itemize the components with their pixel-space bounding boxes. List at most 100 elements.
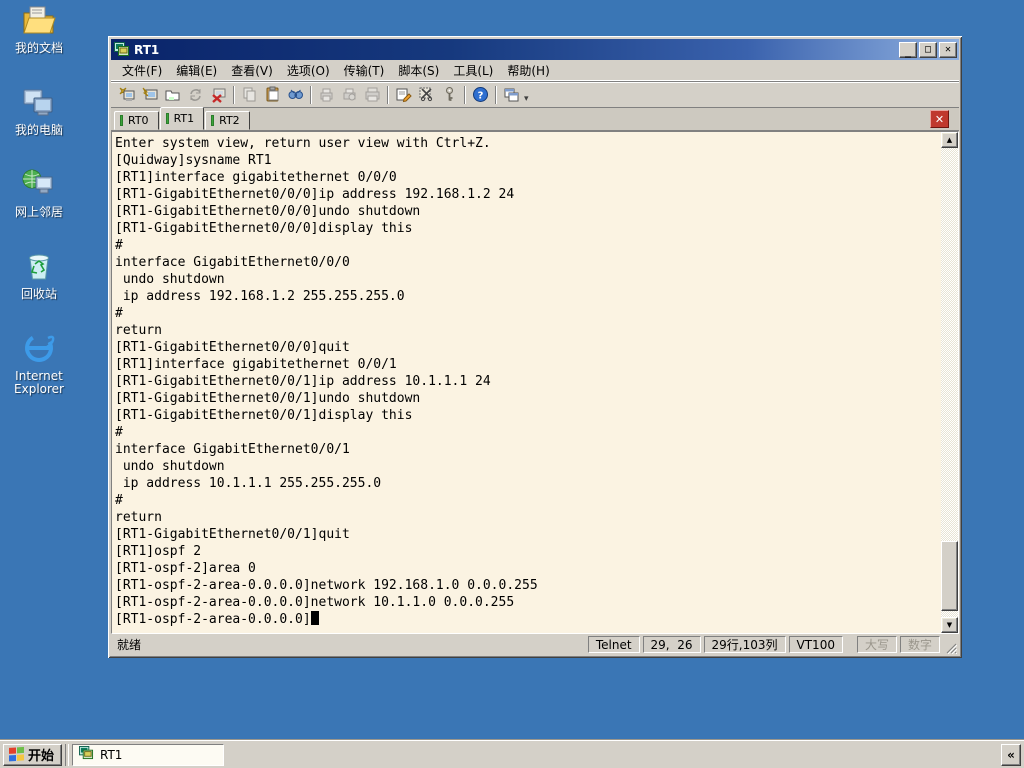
tab-connected-indicator: [120, 115, 123, 126]
toolbar-separator: [495, 85, 497, 104]
session-tab-bar: RT0 RT1 RT2 ✕: [111, 107, 959, 131]
terminal-line: return: [115, 323, 162, 338]
session-options-icon[interactable]: [415, 84, 438, 106]
desktop-icon-network-places[interactable]: 网上邻居: [0, 168, 78, 246]
terminal-line: [RT1-GigabitEthernet0/0/1]display this: [115, 408, 413, 423]
maximize-button[interactable]: □: [919, 41, 937, 58]
find-icon[interactable]: [284, 84, 307, 106]
terminal-app-window: RT1 _ □ ✕ 文件(F) 编辑(E) 查看(V) 选项(O) 传输(T) 脚本(S)…: [108, 36, 962, 658]
tab-label: RT1: [173, 112, 195, 125]
menu-item-0[interactable]: 文件(F): [115, 60, 169, 81]
terminal-line: return: [115, 510, 162, 525]
menu-item-5[interactable]: 脚本(S): [391, 60, 446, 81]
toolbar: ? ▾: [111, 81, 959, 108]
terminal-line: [RT1-ospf-2-area-0.0.0.0]network 10.1.1.…: [115, 595, 515, 610]
terminal-line: [RT1-GigabitEthernet0/0/0]ip address 192…: [115, 187, 515, 202]
quick-connect-icon[interactable]: [115, 84, 138, 106]
terminal-line: [RT1-GigabitEthernet0/0/0]quit: [115, 340, 350, 355]
menu-item-4[interactable]: 传输(T): [337, 60, 392, 81]
desktop-icon-internet-explorer[interactable]: Internet Explorer: [0, 332, 78, 410]
terminal-line: [RT1]interface gigabitethernet 0/0/1: [115, 357, 397, 372]
my-computer-icon: [22, 86, 56, 121]
disconnect-icon[interactable]: [207, 84, 230, 106]
menu-bar: 文件(F) 编辑(E) 查看(V) 选项(O) 传输(T) 脚本(S) 工具(L) 帮助(H): [111, 60, 959, 81]
status-bar: 就绪 Telnet 29, 26 29行,103列 VT100 大写 数字: [111, 634, 959, 655]
status-emulation: VT100: [788, 636, 843, 653]
menu-item-7[interactable]: 帮助(H): [500, 60, 556, 81]
toolbar-separator: [233, 85, 235, 104]
terminal-line: [RT1-ospf-2-area-0.0.0.0]: [115, 611, 941, 628]
paste-icon[interactable]: [261, 84, 284, 106]
menu-item-6[interactable]: 工具(L): [446, 60, 500, 81]
connect-icon[interactable]: [138, 84, 161, 106]
resize-grip[interactable]: [944, 641, 957, 654]
terminal-line: #: [115, 425, 123, 440]
terminal-line: interface GigabitEthernet0/0/0: [115, 255, 350, 270]
terminal-line: [RT1-GigabitEthernet0/0/1]ip address 10.…: [115, 374, 491, 389]
tab-label: RT2: [219, 114, 240, 127]
status-cursor-position: 29, 26: [642, 636, 701, 653]
desktop-icon-label: 回收站: [20, 287, 57, 301]
terminal-line: undo shutdown: [115, 459, 225, 474]
desktop-icon-label: Internet Explorer: [14, 369, 64, 396]
terminal-line: [RT1-GigabitEthernet0/0/0]display this: [115, 221, 413, 236]
status-terminal-size: 29行,103列: [703, 636, 786, 653]
terminal-line: ip address 192.168.1.2 255.255.255.0: [115, 289, 405, 304]
tab-connected-indicator: [211, 115, 215, 126]
terminal-cursor: [310, 611, 319, 625]
menu-item-3[interactable]: 选项(O): [280, 60, 337, 81]
session-tab-rt2[interactable]: RT2: [205, 111, 250, 130]
terminal-line: #: [115, 238, 123, 253]
terminal-line: [RT1]interface gigabitethernet 0/0/0: [115, 170, 397, 185]
terminal-line: [RT1-ospf-2]area 0: [115, 561, 256, 576]
window-titlebar[interactable]: RT1 _ □ ✕: [111, 39, 959, 60]
network-places-icon: [22, 168, 56, 203]
windows-logo-icon: [9, 746, 24, 762]
start-button[interactable]: 开始: [3, 743, 63, 766]
taskbar-divider: [65, 743, 70, 766]
tab-label: RT0: [128, 114, 149, 127]
desktop-icon-recycle-bin[interactable]: 回收站: [0, 250, 78, 328]
terminal-line: ip address 10.1.1.1 255.255.255.0: [115, 476, 382, 491]
terminal-line: [RT1]ospf 2: [115, 544, 202, 559]
close-button[interactable]: ✕: [939, 41, 957, 58]
help-icon[interactable]: ?: [469, 84, 492, 106]
toolbar-options-icon[interactable]: ▾: [524, 94, 529, 107]
terminal-line: [RT1-ospf-2-area-0.0.0.0]network 192.168…: [115, 578, 538, 593]
cascade-windows-icon[interactable]: [500, 84, 523, 106]
desktop-icon-my-computer[interactable]: 我的电脑: [0, 86, 78, 164]
tray-collapse-button[interactable]: «: [1001, 743, 1021, 766]
my-documents-icon: [22, 4, 56, 39]
status-ready: 就绪: [117, 638, 142, 652]
printer-icon: [361, 84, 384, 106]
taskbar-task-rt1[interactable]: RT1: [72, 743, 225, 766]
terminal-line: [Quidway]sysname RT1: [115, 153, 272, 168]
terminal-line: Enter system view, return user view with…: [115, 136, 491, 151]
terminal-line: #: [115, 306, 123, 321]
recycle-bin-icon: [22, 250, 56, 285]
desktop-icon-label: 我的文档: [14, 41, 63, 55]
scroll-down-button[interactable]: ▼: [941, 617, 958, 633]
session-tab-rt0[interactable]: RT0: [114, 111, 159, 130]
menu-item-1[interactable]: 编辑(E): [169, 60, 224, 81]
scroll-up-button[interactable]: ▲: [941, 132, 958, 148]
properties-icon[interactable]: [392, 84, 415, 106]
tab-close-button[interactable]: ✕: [930, 110, 949, 128]
terminal-line: [RT1-GigabitEthernet0/0/1]quit: [115, 527, 350, 542]
session-tab-rt1[interactable]: RT1: [159, 107, 205, 130]
vertical-scrollbar[interactable]: ▲ ▼: [941, 132, 958, 633]
key-icon[interactable]: [438, 84, 461, 106]
toolbar-separator: [310, 85, 312, 104]
minimize-button[interactable]: _: [899, 41, 917, 58]
connect-tab-icon[interactable]: [161, 84, 184, 106]
svg-text:?: ?: [478, 91, 484, 102]
desktop-icon-my-documents[interactable]: 我的文档: [0, 4, 78, 82]
terminal-line: undo shutdown: [115, 272, 225, 287]
desktop-icon-label: 我的电脑: [14, 123, 63, 137]
start-label: 开始: [28, 749, 55, 764]
terminal-line: [RT1-GigabitEthernet0/0/0]undo shutdown: [115, 204, 421, 219]
menu-item-2[interactable]: 查看(V): [224, 60, 280, 81]
terminal-output[interactable]: Enter system view, return user view with…: [112, 132, 941, 633]
toolbar-separator: [387, 85, 389, 104]
scrollbar-thumb[interactable]: [941, 541, 958, 611]
